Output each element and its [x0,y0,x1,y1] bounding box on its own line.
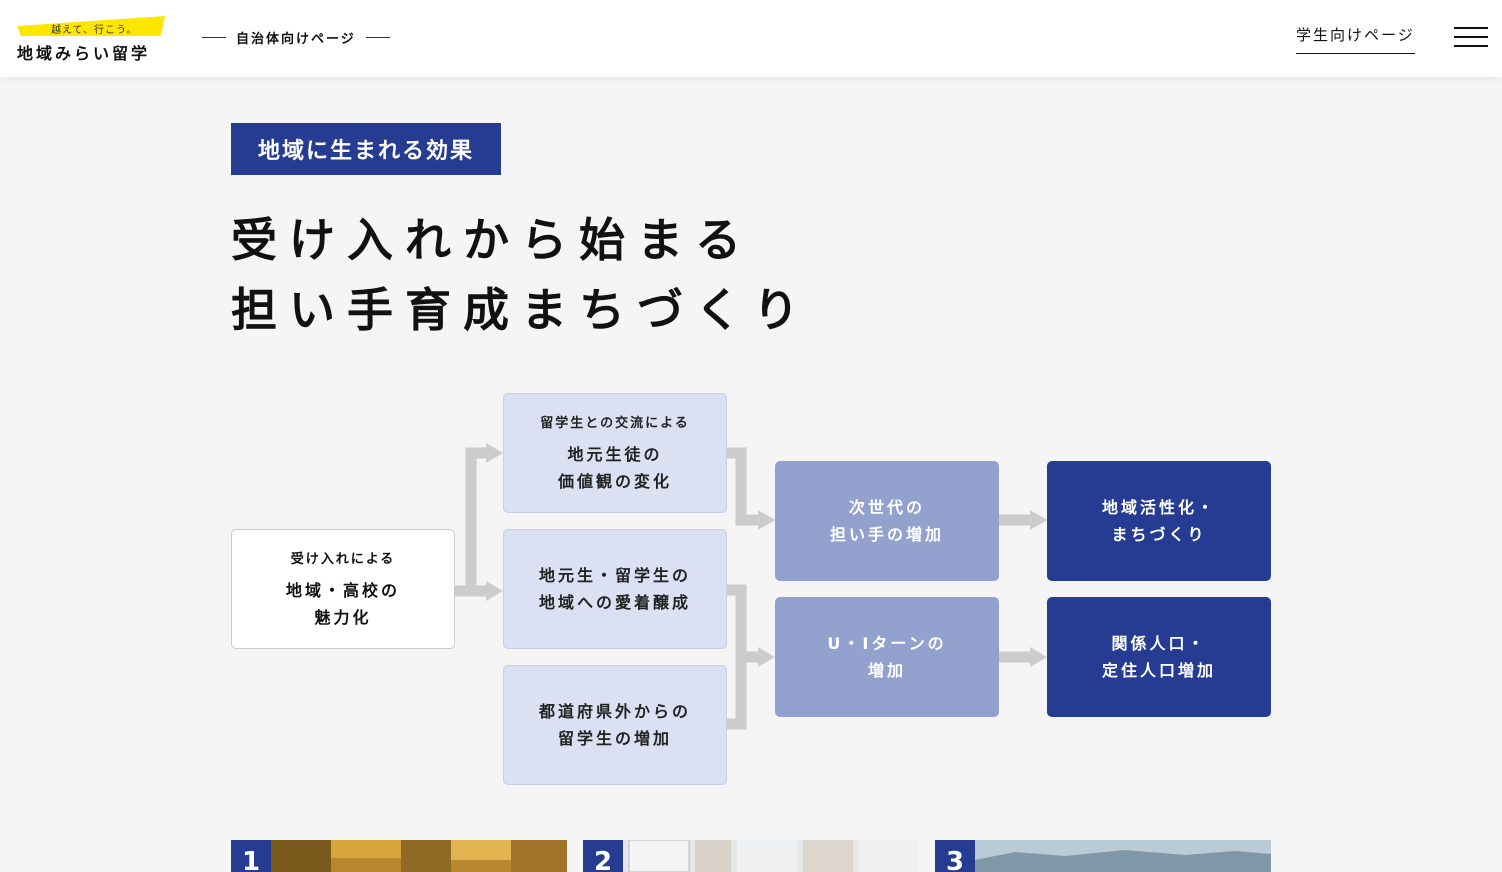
flow-box-mid2: 地元生・留学生の 地域への愛着醸成 [503,529,727,649]
hamburger-menu-button[interactable] [1454,27,1488,47]
arrowhead [758,647,775,667]
flow-box-result1: 次世代の 担い手の増加 [775,461,999,581]
flow-box-line: 定住人口増加 [1101,661,1216,680]
flow-arrows [455,443,1047,730]
arrowhead [486,443,503,463]
section-badge: 地域に生まれる効果 [231,123,501,175]
municipal-label-text: 自治体向けページ [236,32,356,47]
arrow-mid-merge [727,584,747,730]
flow-box-main: 次世代の 担い手の増加 [830,494,944,548]
title-line-1: 受け入れから始まる [231,213,753,267]
flow-box-line: まちづくり [1111,525,1207,544]
effect-card-1[interactable]: 1 [231,840,567,872]
classroom-photo [623,840,919,872]
card-number: 1 [231,840,271,872]
flow-box-line: 都道府県外からの [538,702,691,721]
flow-box-line: 増加 [867,661,906,680]
flow-box-mid3: 都道府県外からの 留学生の増加 [503,665,727,785]
arrowhead [1030,647,1047,667]
flow-box-main: 地元生徒の 価値観の変化 [558,441,672,495]
arrow-mid1-to-res1 [727,447,762,526]
logo-tagline: 越えて、行こう。 [51,25,138,36]
flow-box-line: 魅力化 [314,607,372,627]
flow-box-line: 関係人口・ [1111,634,1207,653]
arrowhead [758,510,775,530]
site-header: 越えて、行こう。 地域みらい留学 自治体向けページ 学生向けページ [0,0,1502,77]
flow-box-line: 留学生の増加 [557,729,672,748]
arrow-start-to-mid1 [455,447,490,597]
flow-box-line: 地域活性化・ [1101,498,1216,517]
flow-box-main: U・Iターンの 増加 [827,630,946,684]
arrowhead [486,581,503,601]
flow-box-line: 次世代の [848,498,925,517]
flow-box-line: 価値観の変化 [557,471,672,491]
flow-box-sub: 受け入れによる [290,551,396,567]
flow-box-line: 担い手の増加 [829,525,944,544]
flow-box-line: 地域・高校の [285,580,400,600]
divider-line [202,37,226,38]
flow-box-sub: 留学生との交流による [540,415,690,431]
card-number: 2 [583,840,623,872]
flow-box-line: 地元生・留学生の [538,566,691,585]
logo-name: 地域みらい留学 [17,44,151,63]
effect-card-3[interactable]: 3 [935,840,1271,872]
flow-box-outcome2: 関係人口・ 定住人口増加 [1047,597,1271,717]
municipal-page-label: 自治体向けページ [202,28,390,47]
flow-box-main: 関係人口・ 定住人口増加 [1102,630,1216,684]
flow-box-main: 地元生・留学生の 地域への愛着醸成 [539,562,691,616]
flow-box-line: U・Iターンの [827,634,947,653]
flow-box-main: 都道府県外からの 留学生の増加 [539,698,691,752]
flow-box-outcome1: 地域活性化・ まちづくり [1047,461,1271,581]
flow-box-mid1: 留学生との交流による 地元生徒の 価値観の変化 [503,393,727,513]
section-title: 受け入れから始まる 担い手育成まちづくり [231,205,811,345]
autumn-forest-photo [271,840,567,872]
mountain-landscape-photo [975,840,1271,872]
menu-bar [1454,45,1488,47]
flow-box-main: 地域・高校の 魅力化 [286,577,400,631]
flow-box-result2: U・Iターンの 増加 [775,597,999,717]
flow-box-main: 地域活性化・ まちづくり [1102,494,1216,548]
flow-box-start: 受け入れによる 地域・高校の 魅力化 [231,529,455,649]
arrowhead [1030,510,1047,530]
menu-bar [1454,36,1488,38]
effect-card-2[interactable]: 2 [583,840,919,872]
title-line-2: 担い手育成まちづくり [231,283,811,337]
menu-bar [1454,27,1488,29]
card-number: 3 [935,840,975,872]
flow-box-line: 地元生徒の [567,444,663,464]
student-page-link[interactable]: 学生向けページ [1296,24,1415,54]
site-logo[interactable]: 越えて、行こう。 地域みらい留学 [17,14,167,63]
divider-line [365,37,390,38]
flow-box-line: 地域への愛着醸成 [538,593,691,612]
